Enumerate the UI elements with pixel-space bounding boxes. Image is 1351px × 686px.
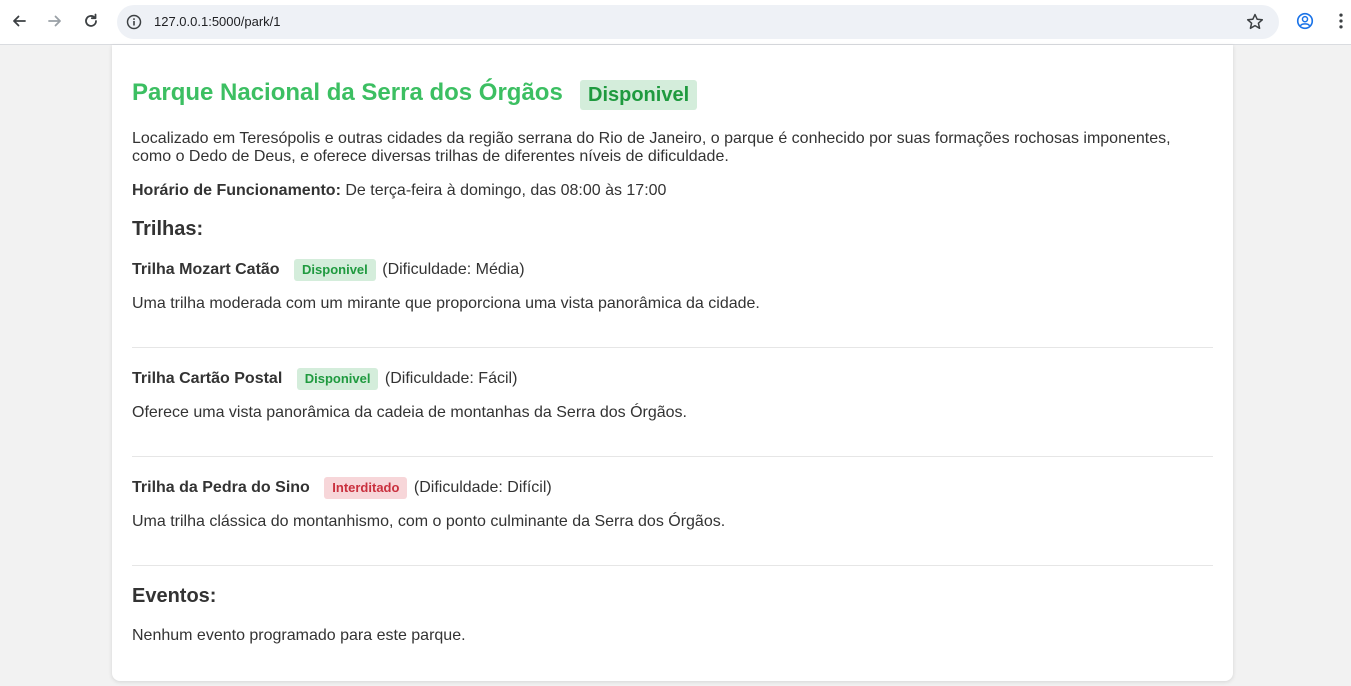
trail-description: Uma trilha clássica do montanhismo, com …: [132, 513, 726, 530]
trail-name: Trilha Mozart Catão: [132, 261, 280, 278]
trail-header: Trilha Mozart Catão Disponivel (Dificuld…: [132, 258, 1213, 282]
more-vertical-icon: [1339, 13, 1343, 29]
divider: [132, 565, 1213, 566]
profile-icon: [1296, 12, 1314, 30]
trail-name: Trilha Cartão Postal: [132, 370, 283, 387]
park-details-card: Parque Nacional da Serra dos Órgãos Disp…: [112, 45, 1233, 681]
address-bar[interactable]: 127.0.0.1:5000/park/1: [117, 5, 1279, 39]
arrow-left-icon: [13, 15, 26, 27]
trail-header: Trilha da Pedra do Sino Interditado (Dif…: [132, 476, 1213, 500]
trails-heading: Trilhas:: [132, 218, 204, 240]
browser-toolbar: 127.0.0.1:5000/park/1: [0, 0, 1351, 45]
trail-item: Trilha Cartão Postal Disponivel (Dificul…: [132, 367, 1213, 421]
trail-name: Trilha da Pedra do Sino: [132, 479, 310, 496]
hours-value: De terça-feira à domingo, das 08:00 às 1…: [345, 182, 667, 199]
menu-button[interactable]: [1330, 10, 1351, 32]
back-button[interactable]: [5, 7, 33, 35]
url-text[interactable]: 127.0.0.1:5000/park/1: [154, 14, 281, 30]
profile-button[interactable]: [1294, 10, 1316, 32]
trail-difficulty: (Dificuldade: Média): [382, 261, 525, 278]
park-status-badge: Disponivel: [580, 80, 698, 110]
trail-status-badge: Disponivel: [296, 368, 379, 390]
park-description: Localizado em Teresópolis e outras cidad…: [132, 130, 1171, 165]
divider: [132, 347, 1213, 348]
trail-item: Trilha Mozart Catão Disponivel (Dificuld…: [132, 258, 1213, 312]
forward-button[interactable]: [41, 7, 69, 35]
events-heading: Eventos:: [132, 585, 217, 607]
divider: [132, 456, 1213, 457]
trail-status-badge: Interditado: [324, 477, 408, 499]
trail-status-badge: Disponivel: [294, 259, 376, 281]
trail-item: Trilha da Pedra do Sino Interditado (Dif…: [132, 476, 1213, 530]
site-info-icon[interactable]: [125, 13, 143, 31]
bookmark-star-icon[interactable]: [1245, 12, 1265, 32]
park-hours: Horário de Funcionamento: De terça-feira…: [132, 182, 666, 200]
events-empty-message: Nenhum evento programado para este parqu…: [132, 627, 466, 644]
hours-label: Horário de Funcionamento:: [132, 182, 341, 199]
trail-header: Trilha Cartão Postal Disponivel (Dificul…: [132, 367, 1213, 391]
trail-description: Oferece uma vista panorâmica da cadeia d…: [132, 404, 687, 421]
arrow-right-icon: [48, 15, 61, 27]
trail-difficulty: (Dificuldade: Fácil): [384, 370, 518, 387]
reload-icon: [85, 13, 97, 27]
trail-difficulty: (Dificuldade: Difícil): [413, 479, 552, 496]
park-title: Parque Nacional da Serra dos Órgãos: [132, 79, 563, 106]
reload-button[interactable]: [77, 7, 105, 35]
trail-description: Uma trilha moderada com um mirante que p…: [132, 295, 760, 312]
